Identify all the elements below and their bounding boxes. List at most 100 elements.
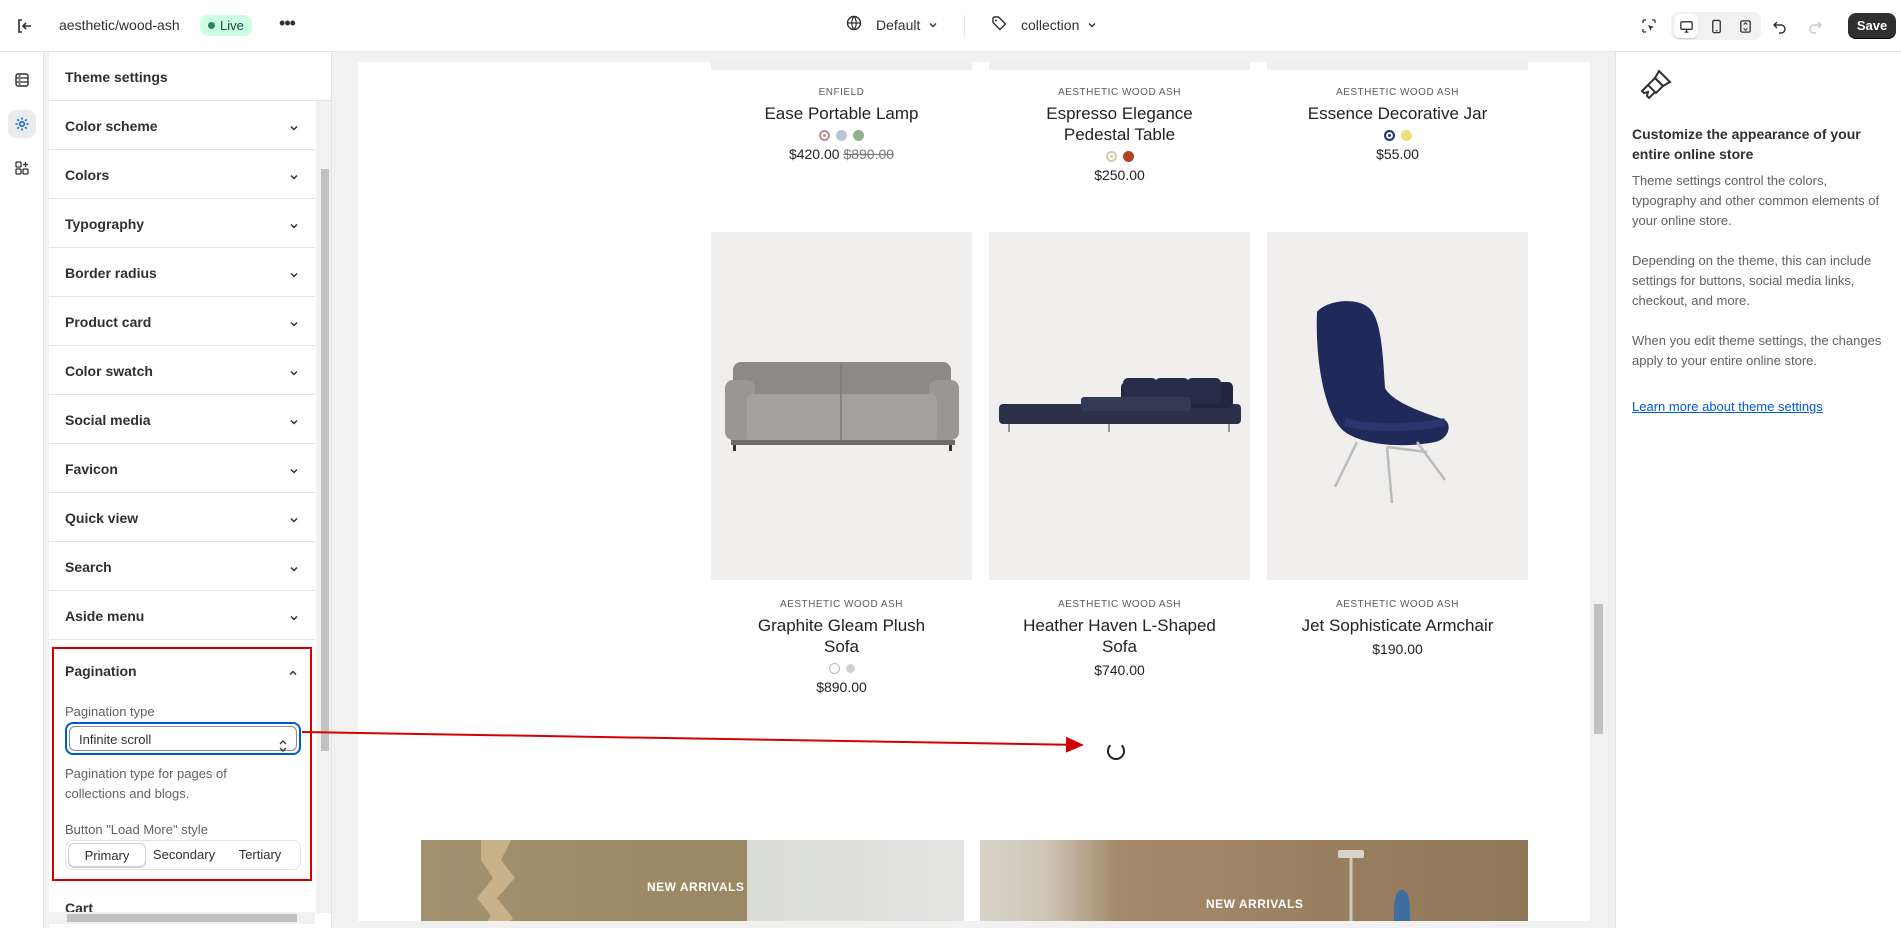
product-title[interactable]: Espresso Elegance Pedestal Table <box>989 103 1250 145</box>
section-label: Product card <box>65 314 152 330</box>
scrollbar-thumb[interactable] <box>321 169 329 751</box>
product-image[interactable] <box>711 232 972 580</box>
pagination-type-value: Infinite scroll <box>79 732 152 747</box>
collection-banner[interactable]: NEW ARRIVALS <box>421 840 964 921</box>
redo-icon[interactable] <box>1803 14 1827 38</box>
decor-lamp-image <box>1338 850 1410 921</box>
sale-price: $420.00 <box>788 146 840 162</box>
chevron-down-icon <box>289 463 299 474</box>
settings-section-color-swatch[interactable]: Color swatch <box>49 346 315 395</box>
chevron-down-icon <box>928 17 938 33</box>
section-label: Aside menu <box>65 608 145 624</box>
language-selector[interactable]: Default <box>846 15 938 34</box>
cart-section-label[interactable]: Cart <box>65 900 93 912</box>
save-button[interactable]: Save <box>1848 13 1896 39</box>
top-bar: aesthetic/wood-ash Live ••• Default coll… <box>0 0 1901 52</box>
info-title: Customize the appearance of your entire … <box>1632 126 1861 162</box>
settings-section-product-card[interactable]: Product card <box>49 297 315 346</box>
product-price: $740.00 <box>1094 662 1145 678</box>
chevron-down-icon <box>289 512 299 523</box>
panel-title: Theme settings <box>65 69 168 85</box>
swatch[interactable] <box>819 130 830 141</box>
loading-spinner-icon <box>1107 742 1125 760</box>
product-title[interactable]: Jet Sophisticate Armchair <box>1267 615 1528 636</box>
scrollbar-thumb[interactable] <box>1594 604 1603 734</box>
pagination-title[interactable]: Pagination <box>65 663 137 679</box>
apps-icon[interactable] <box>8 154 36 182</box>
chevron-down-icon <box>1087 17 1097 33</box>
settings-section-color-scheme[interactable]: Color scheme <box>49 101 315 150</box>
settings-section-border-radius[interactable]: Border radius <box>49 248 315 297</box>
preview-scrollbar[interactable] <box>1590 52 1606 921</box>
color-swatches <box>711 663 972 674</box>
desktop-icon[interactable] <box>1674 14 1698 38</box>
fullscreen-icon[interactable] <box>1733 14 1757 38</box>
product-card[interactable]: AESTHETIC WOOD ASH Graphite Gleam Plush … <box>711 599 972 695</box>
swatch[interactable] <box>1383 130 1395 141</box>
pagination-help-text: Pagination type for pages of collections… <box>65 766 227 801</box>
template-selector[interactable]: collection <box>991 15 1097 34</box>
product-image[interactable] <box>1267 232 1528 580</box>
collection-banner[interactable]: NEW ARRIVALS <box>980 840 1528 921</box>
pagination-section: Pagination Pagination type Infinite scro… <box>52 647 312 881</box>
inspector-icon[interactable] <box>1637 14 1661 38</box>
product-title[interactable]: Graphite Gleam Plush Sofa <box>711 615 972 657</box>
settings-section-colors[interactable]: Colors <box>49 150 315 199</box>
product-vendor: AESTHETIC WOOD ASH <box>780 599 903 610</box>
product-image[interactable] <box>711 62 972 70</box>
settings-section-social-media[interactable]: Social media <box>49 395 315 444</box>
paintbrush-icon <box>1639 68 1673 102</box>
pagination-type-select[interactable]: Infinite scroll <box>65 722 301 755</box>
product-title[interactable]: Essence Decorative Jar <box>1267 103 1528 124</box>
product-card[interactable]: AESTHETIC WOOD ASH Espresso Elegance Ped… <box>989 87 1250 183</box>
swatch[interactable] <box>845 664 855 673</box>
undo-icon[interactable] <box>1768 14 1792 38</box>
product-title[interactable]: Heather Haven L-Shaped Sofa <box>989 615 1250 657</box>
section-label: Quick view <box>65 510 139 526</box>
settings-section-aside-menu[interactable]: Aside menu <box>49 591 315 640</box>
editor-rail <box>0 52 44 928</box>
product-card[interactable]: AESTHETIC WOOD ASH Heather Haven L-Shape… <box>989 599 1250 678</box>
info-paragraph: Depending on the theme, this can include… <box>1632 253 1872 308</box>
select-arrows-icon <box>278 736 288 752</box>
swatch[interactable] <box>1105 151 1117 162</box>
swatch[interactable] <box>836 130 847 141</box>
settings-section-favicon[interactable]: Favicon <box>49 444 315 493</box>
color-swatches <box>711 130 972 141</box>
swatch[interactable] <box>1400 130 1412 141</box>
product-image[interactable] <box>989 232 1250 580</box>
product-vendor: AESTHETIC WOOD ASH <box>1058 599 1181 610</box>
product-card[interactable]: AESTHETIC WOOD ASH Jet Sophisticate Armc… <box>1267 599 1528 657</box>
product-image[interactable] <box>1267 62 1528 70</box>
panel-horizontal-scrollbar[interactable] <box>49 912 315 924</box>
armchair-image <box>1316 301 1449 504</box>
preview-frame: ENFIELD Ease Portable Lamp $420.00 $890.… <box>358 62 1590 921</box>
theme-settings-icon[interactable] <box>8 110 36 138</box>
chevron-down-icon <box>289 218 299 229</box>
panel-vertical-scrollbar[interactable] <box>316 101 331 913</box>
style-primary-option[interactable]: Primary <box>68 843 146 867</box>
style-secondary-option[interactable]: Secondary <box>146 843 222 867</box>
product-card[interactable]: AESTHETIC WOOD ASH Essence Decorative Ja… <box>1267 87 1528 162</box>
product-title[interactable]: Ease Portable Lamp <box>711 103 972 124</box>
more-actions-button[interactable]: ••• <box>276 13 298 37</box>
decor-vase-image <box>477 840 515 921</box>
swatch[interactable] <box>828 663 840 674</box>
mobile-icon[interactable] <box>1704 14 1728 38</box>
exit-icon[interactable] <box>14 16 34 36</box>
scrollbar-thumb[interactable] <box>67 914 297 922</box>
product-card[interactable]: ENFIELD Ease Portable Lamp $420.00 $890.… <box>711 87 972 162</box>
swatch[interactable] <box>1122 151 1134 162</box>
style-tertiary-option[interactable]: Tertiary <box>222 843 298 867</box>
color-swatches <box>1267 130 1528 141</box>
swatch[interactable] <box>853 130 864 141</box>
chevron-up-icon[interactable] <box>288 665 298 676</box>
product-price: $55.00 <box>1376 146 1419 162</box>
settings-section-typography[interactable]: Typography <box>49 199 315 248</box>
product-price: $250.00 <box>1094 167 1145 183</box>
product-image[interactable] <box>989 62 1250 70</box>
settings-section-quick-view[interactable]: Quick view <box>49 493 315 542</box>
settings-section-search[interactable]: Search <box>49 542 315 591</box>
learn-more-link[interactable]: Learn more about theme settings <box>1632 399 1823 414</box>
sections-icon[interactable] <box>8 66 36 94</box>
